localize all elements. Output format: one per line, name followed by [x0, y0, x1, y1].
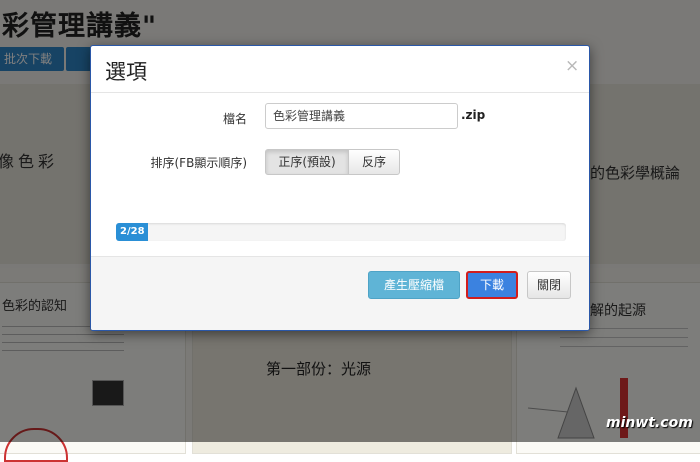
site-watermark: minwt.com [606, 415, 693, 431]
sort-descending-button[interactable]: 反序 [348, 149, 400, 175]
filename-label: 檔名 [222, 112, 247, 126]
close-button[interactable]: 關閉 [527, 271, 571, 299]
zip-suffix: .zip [461, 108, 486, 122]
create-zip-button[interactable]: 產生壓縮檔 [368, 271, 460, 299]
dialog-header: 選項 × [91, 46, 589, 93]
dialog-title: 選項 [105, 60, 147, 84]
sort-ascending-button[interactable]: 正序(預設) [265, 149, 349, 175]
download-progress: 2/28 [116, 223, 566, 241]
filename-input[interactable] [265, 103, 458, 129]
close-icon[interactable]: × [565, 56, 579, 76]
progress-bar-fill: 2/28 [116, 223, 149, 241]
options-dialog: 選項 × 檔名 .zip 排序(FB顯示順序) 正序(預設) 反序 2/28 產… [90, 45, 590, 331]
download-button[interactable]: 下載 [466, 271, 518, 299]
sort-label: 排序(FB顯示順序) [150, 156, 248, 170]
